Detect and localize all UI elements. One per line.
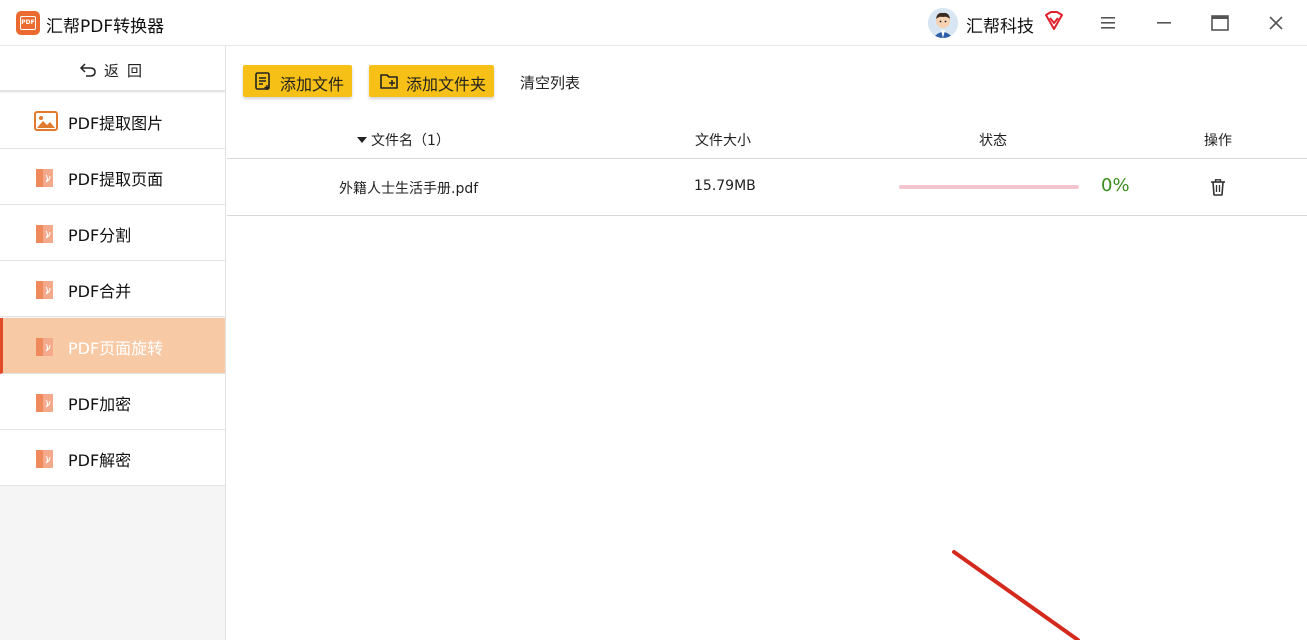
maximize-icon[interactable] xyxy=(1208,12,1232,34)
minimize-icon[interactable] xyxy=(1152,12,1176,34)
vip-diamond-icon[interactable] xyxy=(1043,10,1065,32)
add-file-icon xyxy=(255,72,270,90)
sidebar-item-encrypt[interactable]: PDF加密 xyxy=(0,374,225,430)
sidebar-item-label: PDF合并 xyxy=(68,282,132,301)
main-panel: 添加文件 添加文件夹 清空列表 文件名（1） 文件大小 状态 操作 外籍人士生活… xyxy=(227,46,1307,640)
title-bar: PDF 汇帮PDF转换器 汇帮科技 xyxy=(0,0,1307,46)
back-button[interactable]: 返回 xyxy=(0,46,225,92)
undo-arrow-icon xyxy=(79,63,96,77)
progress-percent: 0% xyxy=(1101,175,1130,196)
back-label: 返回 xyxy=(104,62,151,80)
column-header-size: 文件大小 xyxy=(695,133,751,149)
progress-bar xyxy=(899,185,1079,189)
app-title: 汇帮PDF转换器 xyxy=(46,17,165,37)
sidebar-item-label: PDF提取图片 xyxy=(68,114,164,133)
menu-icon[interactable] xyxy=(1096,12,1120,34)
add-file-button[interactable]: 添加文件 xyxy=(243,65,352,97)
sidebar-item-label: PDF页面旋转 xyxy=(68,339,164,358)
sidebar-item-label: PDF提取页面 xyxy=(68,170,164,189)
pdf-file-icon xyxy=(36,450,53,468)
column-header-ops: 操作 xyxy=(1204,133,1232,149)
sidebar: 返回 PDF提取图片 PDF提取页面 PDF分割 PDF合并 PDF页面旋转 P… xyxy=(0,46,226,640)
column-header-name[interactable]: 文件名（1） xyxy=(357,130,450,150)
add-file-label: 添加文件 xyxy=(280,75,345,94)
sidebar-item-extract-pages[interactable]: PDF提取页面 xyxy=(0,149,225,205)
user-avatar[interactable] xyxy=(928,8,958,38)
pdf-file-icon xyxy=(36,394,53,412)
sidebar-item-label: PDF分割 xyxy=(68,226,132,245)
pdf-file-icon xyxy=(36,225,53,243)
pdf-file-icon xyxy=(36,281,53,299)
sidebar-item-merge[interactable]: PDF合并 xyxy=(0,261,225,317)
add-folder-button[interactable]: 添加文件夹 xyxy=(369,65,494,97)
table-row: 外籍人士生活手册.pdf 15.79MB 0% xyxy=(227,160,1307,216)
pdf-file-icon xyxy=(36,169,53,187)
annotation-arrow xyxy=(952,550,1080,640)
trash-icon[interactable] xyxy=(1209,177,1227,197)
pdf-file-icon xyxy=(36,338,53,356)
file-size: 15.79MB xyxy=(694,178,756,194)
app-window: PDF 汇帮PDF转换器 汇帮科技 返回 PDF提取图片 PDF提取页面 PDF… xyxy=(0,0,1307,640)
sidebar-item-split[interactable]: PDF分割 xyxy=(0,205,225,261)
table-header: 文件名（1） 文件大小 状态 操作 xyxy=(227,118,1307,159)
file-name: 外籍人士生活手册.pdf xyxy=(339,181,479,197)
sort-desc-icon xyxy=(357,137,367,143)
add-folder-icon xyxy=(380,74,398,89)
app-logo-icon: PDF xyxy=(16,11,40,35)
sidebar-item-extract-images[interactable]: PDF提取图片 xyxy=(0,93,225,149)
sidebar-item-rotate-pages[interactable]: PDF页面旋转 xyxy=(0,318,225,374)
clear-list-button[interactable]: 清空列表 xyxy=(520,72,580,93)
column-header-name-label: 文件名（1） xyxy=(371,133,450,149)
close-icon[interactable] xyxy=(1264,12,1288,34)
column-header-status: 状态 xyxy=(979,133,1007,149)
sidebar-item-decrypt[interactable]: PDF解密 xyxy=(0,430,225,486)
sidebar-item-label: PDF解密 xyxy=(68,451,132,470)
add-folder-label: 添加文件夹 xyxy=(406,75,487,94)
sidebar-item-label: PDF加密 xyxy=(68,395,132,414)
user-name[interactable]: 汇帮科技 xyxy=(966,12,1034,37)
image-icon xyxy=(34,111,58,131)
